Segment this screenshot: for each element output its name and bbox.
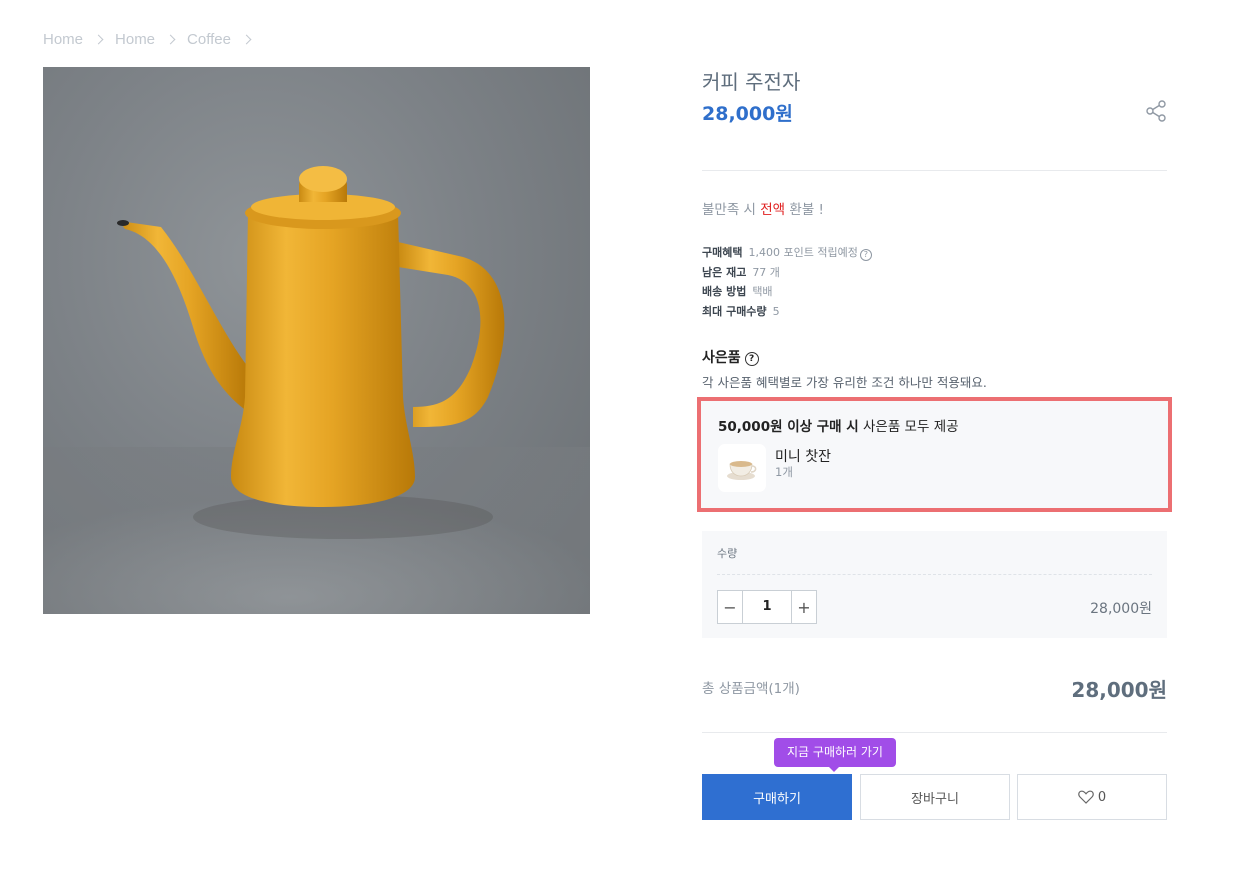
meta-key: 구매혜택 <box>702 246 743 259</box>
meta-value: 5 <box>772 304 780 318</box>
breadcrumb: Home Home Coffee <box>43 31 263 48</box>
gift-section-title: 사은품? <box>702 347 759 367</box>
buy-tooltip: 지금 구매하러 가기 <box>774 738 896 772</box>
breadcrumb-item-home[interactable]: Home <box>43 31 83 48</box>
meta-value: 77 개 <box>752 265 780 279</box>
product-image <box>43 67 590 614</box>
refund-suffix: 환불 ! <box>785 202 824 218</box>
quantity-stepper: − 1 + <box>717 590 817 624</box>
divider <box>702 732 1167 733</box>
meta-value: 택배 <box>752 285 773 298</box>
gift-offer-card: 50,000원 이상 구매 시 사은품 모두 제공 미니 찻잔 1개 <box>697 397 1172 512</box>
minus-icon[interactable]: − <box>718 591 742 623</box>
help-icon[interactable]: ? <box>744 352 759 366</box>
heart-icon <box>1078 790 1094 804</box>
breadcrumb-item-coffee[interactable]: Coffee <box>187 31 231 48</box>
teacup-icon <box>727 461 757 480</box>
line-price: 28,000원 <box>1090 601 1152 617</box>
cart-button[interactable]: 장바구니 <box>860 774 1010 820</box>
meta-key: 남은 재고 <box>702 265 747 279</box>
meta-key: 최대 구매수량 <box>702 304 767 318</box>
refund-notice: 불만족 시 전액 환불 ! <box>702 198 824 218</box>
like-count: 0 <box>1097 789 1107 805</box>
total-price: 28,000원 <box>1071 678 1167 702</box>
gift-title-text: 사은품 <box>702 350 741 366</box>
coffee-kettle-illustration <box>43 166 590 614</box>
chevron-right-icon <box>241 34 252 45</box>
quantity-label: 수량 <box>717 547 738 560</box>
gift-item-qty: 1개 <box>775 465 793 479</box>
meta-row-shipping: 배송 방법 택배 <box>702 282 872 302</box>
total-label: 총 상품금액(1개) <box>702 681 800 697</box>
divider <box>717 574 1152 575</box>
buy-button[interactable]: 구매하기 <box>702 774 852 820</box>
share-icon[interactable] <box>1145 100 1167 122</box>
help-icon[interactable]: ? <box>859 249 872 261</box>
quantity-panel: 수량 − 1 + 28,000원 <box>702 531 1167 638</box>
quantity-input[interactable]: 1 <box>742 591 792 623</box>
chevron-right-icon <box>93 34 104 45</box>
chevron-right-icon <box>165 34 176 45</box>
product-title: 커피 주전자 <box>702 70 801 94</box>
gift-description: 각 사은품 혜택별로 가장 유리한 조건 하나만 적용돼요. <box>702 375 987 390</box>
meta-row-benefit: 구매혜택 1,400 포인트 적립예정? <box>702 243 872 263</box>
gift-condition: 50,000원 이상 구매 시 사은품 모두 제공 <box>718 415 959 435</box>
divider <box>702 170 1167 171</box>
product-price: 28,000원 <box>702 103 793 125</box>
gift-item-thumbnail <box>718 444 766 492</box>
meta-key: 배송 방법 <box>702 285 747 298</box>
refund-emphasis: 전액 <box>760 202 786 218</box>
breadcrumb-item-home-2[interactable]: Home <box>115 31 155 48</box>
meta-value: 1,400 포인트 적립예정 <box>748 246 858 259</box>
meta-row-max-qty: 최대 구매수량 5 <box>702 302 872 322</box>
meta-row-stock: 남은 재고 77 개 <box>702 263 872 283</box>
plus-icon[interactable]: + <box>792 591 816 623</box>
gift-condition-bold: 50,000원 이상 구매 시 <box>718 419 859 435</box>
like-button[interactable]: 0 <box>1017 774 1167 820</box>
product-meta: 구매혜택 1,400 포인트 적립예정? 남은 재고 77 개 배송 방법 택배 최대… <box>702 243 872 321</box>
refund-prefix: 불만족 시 <box>702 202 761 218</box>
gift-condition-rest: 사은품 모두 제공 <box>858 419 959 435</box>
gift-item-name: 미니 찻잔 <box>775 449 831 465</box>
